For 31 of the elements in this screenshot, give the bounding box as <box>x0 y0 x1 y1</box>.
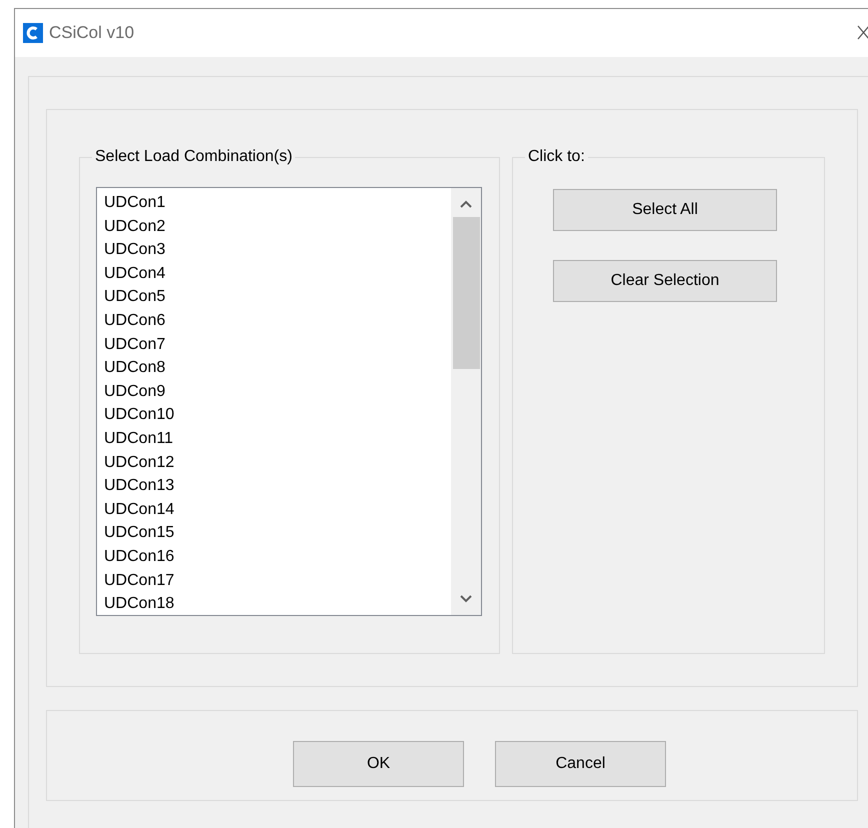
dialog-button[interactable]: Cancel <box>495 741 666 787</box>
list-item[interactable]: UDCon14 <box>104 498 451 522</box>
list-item[interactable]: UDCon3 <box>104 238 451 262</box>
list-item[interactable]: UDCon13 <box>104 474 451 498</box>
list-item[interactable]: UDCon16 <box>104 544 451 568</box>
list-item[interactable]: UDCon5 <box>104 285 451 309</box>
scrollbar[interactable] <box>451 188 481 615</box>
list-item[interactable]: UDCon15 <box>104 521 451 545</box>
list-item[interactable]: UDCon2 <box>104 214 451 238</box>
action-button[interactable]: Select All <box>553 189 777 231</box>
scroll-thumb[interactable] <box>452 217 480 369</box>
list-item[interactable]: UDCon4 <box>104 262 451 286</box>
list-item[interactable]: UDCon1 <box>104 191 451 215</box>
list-item[interactable]: UDCon6 <box>104 308 451 333</box>
list-item[interactable]: UDCon12 <box>104 450 451 474</box>
scroll-up-icon[interactable] <box>460 200 472 208</box>
list-item[interactable]: UDCon7 <box>104 332 451 356</box>
action-button[interactable]: Clear Selection <box>553 260 777 302</box>
dialog-button[interactable]: OK <box>293 741 464 787</box>
app-logo-icon <box>23 23 43 43</box>
list-item[interactable]: UDCon18 <box>104 592 451 616</box>
load-combination-list[interactable]: UDCon1 UDCon2 UDCon3 UDCon4 UDCon5 UDCon6 UDCon7 UDCon8 UDCon9 UDCon10 UDCon11 UDCon12 UDCon13 UDCon14 UDCon15 UDCon16 UDCon17 UDCon18 <box>96 187 482 616</box>
list-item[interactable]: UDCon9 <box>104 380 451 404</box>
scroll-down-icon[interactable] <box>460 595 472 603</box>
list-item[interactable]: UDCon10 <box>104 403 451 427</box>
group-title: Select Load Combination(s) <box>92 147 296 167</box>
list-item[interactable]: UDCon11 <box>104 426 451 451</box>
close-icon[interactable] <box>857 25 868 41</box>
list-item[interactable]: UDCon17 <box>104 568 451 592</box>
window-title: CSiCol v10 <box>49 22 134 44</box>
list-item[interactable]: UDCon8 <box>104 356 451 380</box>
